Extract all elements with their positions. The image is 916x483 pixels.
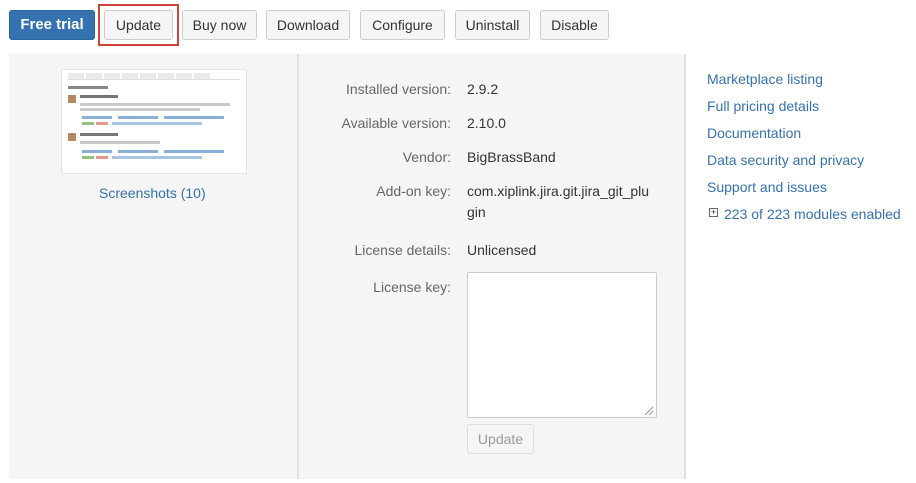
screenshots-link[interactable]: Screenshots (10) [99,185,206,201]
addon-key-value-line2: gin [467,204,486,220]
configure-button[interactable]: Configure [360,10,445,40]
marketplace-listing-link[interactable]: Marketplace listing [707,71,823,87]
installed-version-label: Installed version: [345,81,451,97]
screenshot-thumbnail[interactable] [61,69,247,174]
license-details-value: Unlicensed [467,242,537,258]
modules-enabled-link[interactable]: 223 of 223 modules enabled [724,206,901,222]
license-key-label: License key: [373,279,451,295]
uninstall-button[interactable]: Uninstall [455,10,530,40]
expand-plus-icon[interactable]: + [709,208,718,217]
license-update-button[interactable]: Update [467,424,534,454]
available-version-label: Available version: [341,115,451,131]
available-version-value: 2.10.0 [467,115,506,131]
update-button-highlight [98,4,179,46]
vendor-label: Vendor: [402,149,451,165]
data-security-link[interactable]: Data security and privacy [707,152,864,168]
resize-handle-icon[interactable] [642,404,654,416]
divider [684,54,686,479]
documentation-link[interactable]: Documentation [707,125,801,141]
license-key-input[interactable] [467,272,657,418]
addon-key-label: Add-on key: [376,183,451,199]
free-trial-button[interactable]: Free trial [9,10,95,40]
installed-version-value: 2.9.2 [467,81,499,97]
download-button[interactable]: Download [266,10,350,40]
license-details-label: License details: [354,242,451,258]
addon-key-value-line1: com.xiplink.jira.git.jira_git_plu [467,183,650,199]
disable-button[interactable]: Disable [540,10,609,40]
support-link[interactable]: Support and issues [707,179,827,195]
buy-now-button[interactable]: Buy now [182,10,257,40]
links-column [686,54,916,479]
pricing-details-link[interactable]: Full pricing details [707,98,819,114]
vendor-value: BigBrassBand [467,149,556,165]
